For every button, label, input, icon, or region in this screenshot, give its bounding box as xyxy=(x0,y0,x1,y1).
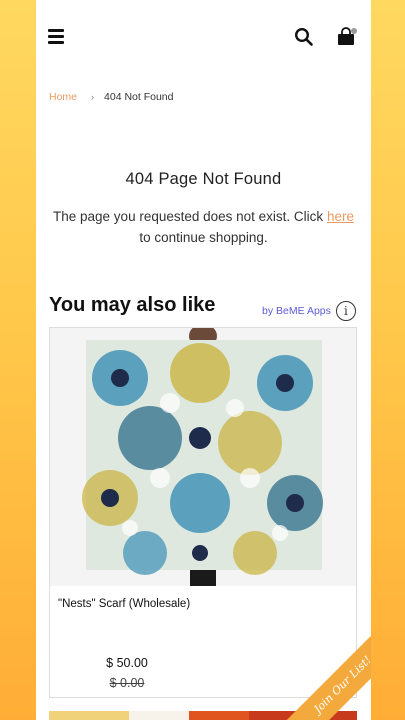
product-price: $ 50.00 xyxy=(106,656,148,670)
page-container: Home › 404 Not Found 404 Page Not Found … xyxy=(36,0,371,720)
breadcrumb: Home › 404 Not Found xyxy=(49,91,173,103)
ribbon-arrow-icon: ▲ xyxy=(346,697,353,706)
continue-shopping-link[interactable]: here xyxy=(327,209,354,224)
page-title: 404 Page Not Found xyxy=(125,170,282,188)
join-our-list-label[interactable]: Join Our List! xyxy=(277,626,371,720)
product-image[interactable] xyxy=(50,328,356,586)
search-icon[interactable] xyxy=(294,27,314,47)
product-name[interactable]: "Nests" Scarf (Wholesale) xyxy=(58,598,190,610)
provider-link[interactable]: by BeME Apps i xyxy=(262,301,356,321)
shopping-bag-icon[interactable] xyxy=(336,26,358,48)
recommendations-heading: You may also like xyxy=(49,294,216,316)
breadcrumb-home-link[interactable]: Home xyxy=(49,91,77,103)
error-message-text-end: to continue shopping. xyxy=(139,230,268,245)
provider-label[interactable]: by BeME Apps xyxy=(262,305,331,317)
product-compare-price: $ 0.00 xyxy=(109,676,145,690)
info-icon[interactable]: i xyxy=(335,301,356,321)
hamburger-menu-icon[interactable] xyxy=(48,29,64,45)
breadcrumb-current: 404 Not Found xyxy=(104,91,174,103)
breadcrumb-separator-icon: › xyxy=(91,92,95,102)
site-header xyxy=(36,0,371,76)
join-our-list-ribbon[interactable]: Join Our List! ▲ xyxy=(277,626,371,720)
error-message: The page you requested does not exist. C… xyxy=(50,206,357,248)
error-message-text: The page you requested does not exist. C… xyxy=(53,209,327,224)
